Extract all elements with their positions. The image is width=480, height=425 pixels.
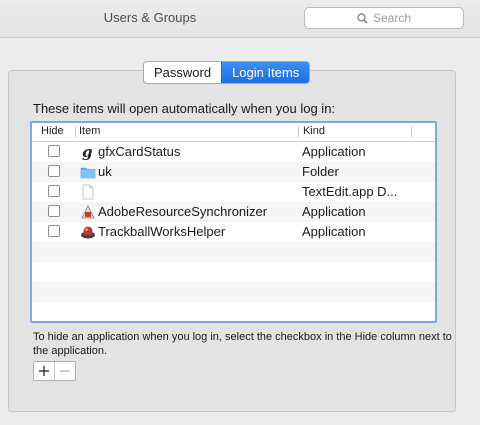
table-row[interactable]: TrackballWorksHelper Application [32,222,435,242]
table-row[interactable]: g gfxCardStatus Application [32,142,435,162]
empty-row [32,262,435,282]
search-icon [357,12,368,23]
empty-row [32,282,435,302]
table-row[interactable]: TextEdit.app D... [32,182,435,202]
empty-row [32,242,435,262]
window-title: Users & Groups [103,10,197,25]
item-kind: Application [302,224,366,239]
svg-text:g: g [82,144,93,160]
login-items-table[interactable]: Hide Item Kind g gfxCardStatus Applicati… [30,121,437,323]
hide-checkbox[interactable] [48,185,60,197]
remove-button[interactable] [54,362,75,380]
item-kind: Application [302,204,366,219]
column-header-kind[interactable]: Kind [303,125,325,137]
adobe-app-icon [81,205,95,219]
table-header: Hide Item Kind [32,123,435,142]
folder-icon [80,167,96,179]
column-separator [411,126,412,138]
hide-checkbox[interactable] [48,225,60,237]
table-row[interactable]: AdobeResourceSynchronizer Application [32,202,435,222]
empty-row [32,302,435,321]
search-placeholder: Search [372,11,412,25]
document-icon [82,184,94,200]
column-separator [75,126,76,138]
add-remove-control [33,361,76,381]
hide-checkbox[interactable] [48,205,60,217]
column-header-hide[interactable]: Hide [41,125,64,137]
item-name: uk [98,164,112,179]
title-bar: Users & Groups Search [0,0,480,38]
item-name: AdobeResourceSynchronizer [98,204,268,219]
item-kind: TextEdit.app D... [302,184,398,199]
hide-checkbox[interactable] [48,165,60,177]
tab-bar: Password Login Items [143,61,311,84]
item-name: TrackballWorksHelper [98,224,226,239]
table-row[interactable]: uk Folder [32,162,435,182]
trackball-icon [81,226,95,239]
minus-icon [60,370,70,372]
column-header-item[interactable]: Item [79,125,100,137]
item-name: gfxCardStatus [98,144,181,159]
gfxcardstatus-icon: g [82,144,93,160]
intro-text: These items will open automatically when… [33,101,336,116]
tab-login-items[interactable]: Login Items [221,62,310,83]
tab-password[interactable]: Password [144,62,221,83]
help-text: To hide an application when you log in, … [33,331,452,357]
add-button[interactable] [34,362,54,380]
item-kind: Application [302,144,366,159]
item-kind: Folder [302,164,339,179]
search-field[interactable]: Search [304,7,464,29]
hide-checkbox[interactable] [48,145,60,157]
plus-icon [39,366,49,376]
table-body: g gfxCardStatus Application uk Folder Te… [32,142,435,321]
column-separator [298,126,299,138]
